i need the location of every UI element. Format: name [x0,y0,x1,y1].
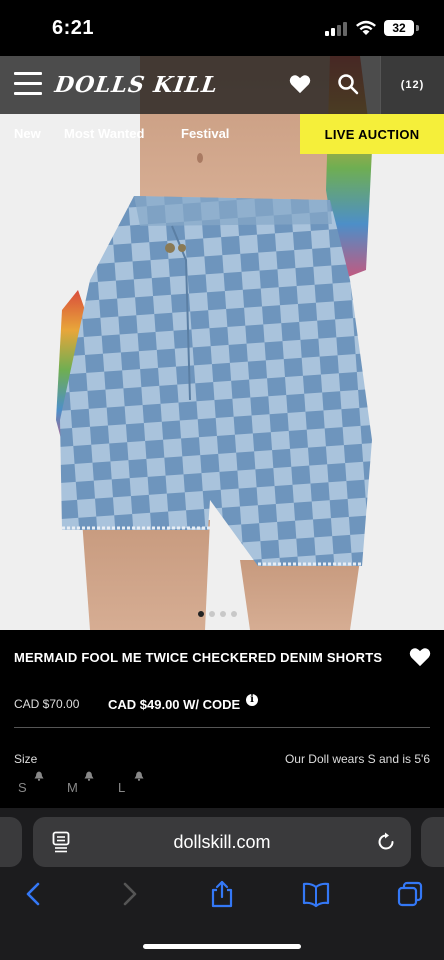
home-indicator [143,944,301,949]
previous-tab-peek[interactable] [0,817,22,867]
carousel-dot[interactable] [220,611,226,617]
address-bar[interactable]: dollskill.com [33,817,411,867]
battery-tip [416,25,419,31]
next-tab-peek[interactable] [421,817,444,867]
product-info: MERMAID FOOL ME TWICE CHECKERED DENIM SH… [0,630,444,810]
status-bar: 6:21 32 [0,0,444,56]
nav-item-most-wanted[interactable]: Most Wanted [64,126,144,141]
carousel-dots [198,611,237,617]
bell-icon [134,771,144,781]
carousel-dot[interactable] [198,611,204,617]
live-auction-button[interactable]: LIVE AUCTION [300,114,444,154]
product-title: MERMAID FOOL ME TWICE CHECKERED DENIM SH… [14,650,383,665]
cellular-signal-icon [325,22,347,36]
bell-icon [34,771,44,781]
size-option-s[interactable]: S [18,780,27,795]
battery-indicator: 32 [384,20,414,36]
size-option-m[interactable]: M [67,780,78,795]
site-logo[interactable]: DOLLS KILL [53,72,220,98]
share-icon[interactable] [208,880,236,908]
hamburger-icon[interactable] [14,72,42,96]
divider [14,727,430,728]
cart-count: (12) [400,79,425,91]
size-option-l[interactable]: L [118,780,125,795]
size-label: Size [14,752,38,766]
search-icon[interactable] [337,73,359,95]
bell-icon [84,771,94,781]
nav-item-festival[interactable]: Festival [181,126,229,141]
status-time: 6:21 [52,17,95,39]
forward-icon[interactable] [115,880,143,908]
nav-item-new[interactable]: New [14,126,41,141]
reload-icon[interactable] [376,832,396,852]
original-price: CAD $70.00 [14,697,80,711]
wifi-icon [356,20,376,35]
carousel-dot[interactable] [231,611,237,617]
heart-icon[interactable] [289,74,311,94]
url-text: dollskill.com [173,832,271,852]
size-note: Our Doll wears S and is 5'6 [284,752,430,766]
info-icon[interactable]: i [246,694,258,706]
site-header: DOLLS KILL [0,56,444,114]
back-icon[interactable] [20,880,48,908]
favorite-heart-icon[interactable] [409,647,431,667]
tabs-icon[interactable] [396,880,424,908]
bookmarks-icon[interactable] [302,880,330,908]
browser-toolbar: dollskill.com [0,808,444,960]
code-price: CAD $49.00 W/ CODE [108,697,241,712]
cart-button[interactable]: (12) [380,56,444,114]
carousel-dot[interactable] [209,611,215,617]
